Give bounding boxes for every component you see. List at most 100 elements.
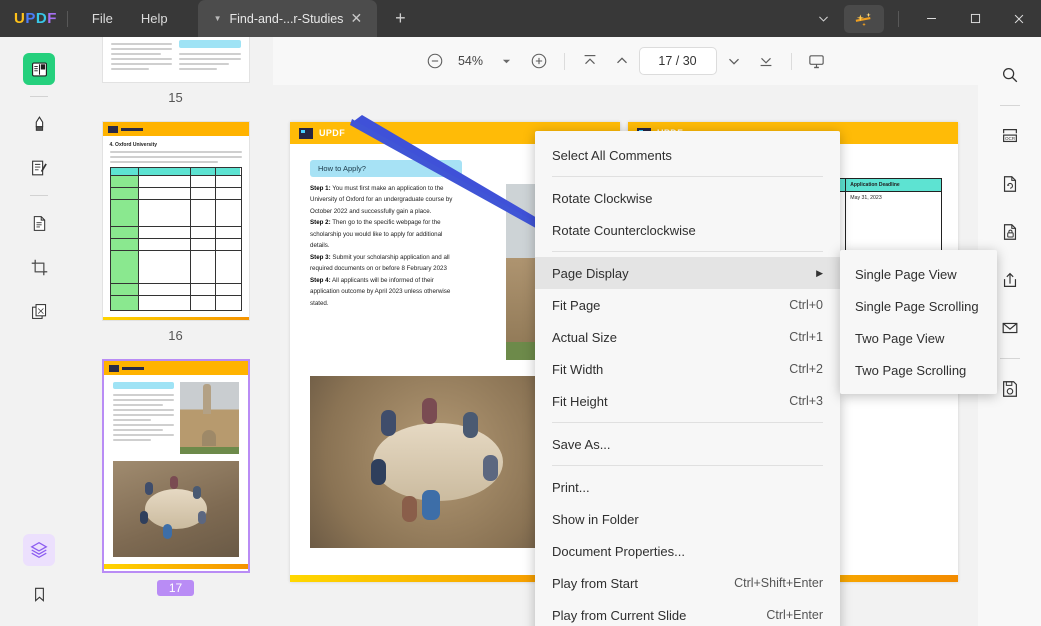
menu-item-rotate-clockwise[interactable]: Rotate Clockwise xyxy=(535,182,840,214)
close-button[interactable] xyxy=(997,0,1041,37)
titlebar-chevron-down-icon[interactable] xyxy=(806,5,840,33)
menu-item-print[interactable]: Print... xyxy=(535,471,840,503)
previous-page-icon xyxy=(613,52,631,70)
menu-item-fit-page[interactable]: Fit Page Ctrl+0 xyxy=(535,289,840,321)
next-page-icon xyxy=(725,52,743,70)
menu-item-document-properties[interactable]: Document Properties... xyxy=(535,535,840,567)
menu-help[interactable]: Help xyxy=(127,6,182,31)
new-tab-button[interactable]: + xyxy=(387,8,414,29)
right-item-convert-file[interactable] xyxy=(994,168,1026,200)
logo-letter-d: D xyxy=(36,10,47,27)
logo-letter-u: U xyxy=(14,10,25,27)
tab-close-icon[interactable]: ✕ xyxy=(343,10,369,27)
menu-shortcut: Ctrl+3 xyxy=(789,394,823,408)
sidebar-item-crop[interactable] xyxy=(23,251,55,283)
share-icon xyxy=(1000,270,1020,290)
menu-shortcut: Ctrl+Shift+Enter xyxy=(734,576,823,590)
sidebar-item-organize-pages[interactable] xyxy=(23,295,55,327)
menu-label: Rotate Counterclockwise xyxy=(552,223,823,238)
menu-item-rotate-counterclockwise[interactable]: Rotate Counterclockwise xyxy=(535,214,840,246)
document-tab[interactable]: ▼ Find-and-...r-Studies ✕ xyxy=(198,0,378,37)
right-item-share[interactable] xyxy=(994,264,1026,296)
menu-item-show-in-folder[interactable]: Show in Folder xyxy=(535,503,840,535)
menu-separator xyxy=(552,465,823,466)
right-item-protect[interactable] xyxy=(994,216,1026,248)
submenu-item-single-page-scrolling[interactable]: Single Page Scrolling xyxy=(840,290,997,322)
toolbar-divider-2 xyxy=(791,53,792,70)
submenu-chevron-right-icon: ▶ xyxy=(816,268,823,279)
thumbnail-label-16: 16 xyxy=(168,328,182,343)
sidebar-item-convert[interactable] xyxy=(23,207,55,239)
sidebar-item-reader[interactable] xyxy=(23,53,55,85)
sidebar-item-bookmarks[interactable] xyxy=(23,578,55,610)
thumb-header xyxy=(104,361,248,375)
menu-label: Fit Width xyxy=(552,362,789,377)
step-3: Step 3: Submit your scholarship applicat… xyxy=(310,252,462,275)
ai-assistant-button[interactable] xyxy=(844,5,884,33)
right-rail-divider-2 xyxy=(1000,358,1020,359)
menu-shortcut: Ctrl+1 xyxy=(789,330,823,344)
thumb-mini-table xyxy=(110,167,242,311)
thumbnail-label-15: 15 xyxy=(168,90,182,105)
thumbnail-page-15[interactable] xyxy=(102,37,250,83)
submenu-label: Two Page View xyxy=(855,331,982,346)
rail-divider-1 xyxy=(30,96,48,97)
menu-item-actual-size[interactable]: Actual Size Ctrl+1 xyxy=(535,321,840,353)
menu-item-play-from-start[interactable]: Play from Start Ctrl+Shift+Enter xyxy=(535,567,840,599)
submenu-label: Single Page Scrolling xyxy=(855,299,982,314)
menu-item-select-all-comments[interactable]: Select All Comments xyxy=(535,139,840,171)
zoom-dropdown-button[interactable] xyxy=(492,46,522,76)
submenu-item-single-page-view[interactable]: Single Page View xyxy=(840,258,997,290)
title-bar: UPDF File Help ▼ Find-and-...r-Studies ✕… xyxy=(0,0,1041,37)
svg-text:OCR: OCR xyxy=(1004,136,1015,141)
email-icon xyxy=(1000,318,1020,338)
right-item-ocr[interactable]: OCR xyxy=(994,120,1026,152)
right-item-search[interactable] xyxy=(994,59,1026,91)
menu-shortcut: Ctrl+0 xyxy=(789,298,823,312)
menu-label: Document Properties... xyxy=(552,544,823,559)
previous-page-button[interactable] xyxy=(607,46,637,76)
zoom-out-button[interactable] xyxy=(420,46,450,76)
menu-item-play-from-current-slide[interactable]: Play from Current Slide Ctrl+Enter xyxy=(535,599,840,626)
first-page-button[interactable] xyxy=(575,46,605,76)
context-menu[interactable]: Select All Comments Rotate Clockwise Rot… xyxy=(535,131,840,626)
menu-label: Show in Folder xyxy=(552,512,823,527)
zoom-in-button[interactable] xyxy=(524,46,554,76)
step-2: Step 2: Then go to the specific webpage … xyxy=(310,217,462,251)
thumbnail-page-16[interactable]: 4. Oxford University xyxy=(102,121,250,321)
toolbar-divider-1 xyxy=(564,53,565,70)
right-item-email[interactable] xyxy=(994,312,1026,344)
menu-file[interactable]: File xyxy=(78,6,127,31)
step-4-text: All applicants will be informed of their… xyxy=(310,277,450,307)
submenu-item-two-page-view[interactable]: Two Page View xyxy=(840,322,997,354)
menu-item-fit-height[interactable]: Fit Height Ctrl+3 xyxy=(535,385,840,417)
sidebar-item-page-thumbnails[interactable] xyxy=(23,534,55,566)
menu-shortcut: Ctrl+2 xyxy=(789,362,823,376)
presentation-mode-button[interactable] xyxy=(802,46,832,76)
tab-chevron-down-icon[interactable]: ▼ xyxy=(206,14,230,23)
thumb-header xyxy=(103,122,249,136)
minimize-button[interactable] xyxy=(909,0,953,37)
reader-icon xyxy=(30,60,49,79)
page-display-submenu[interactable]: Single Page View Single Page Scrolling T… xyxy=(840,250,997,394)
right-item-compress[interactable] xyxy=(994,373,1026,405)
thumbnail-page-17[interactable] xyxy=(102,359,250,573)
last-page-button[interactable] xyxy=(751,46,781,76)
menu-item-page-display[interactable]: Page Display ▶ xyxy=(535,257,840,289)
thumbnail-panel[interactable]: 15 4. Oxford University xyxy=(78,37,273,626)
page-number-input[interactable]: 17 / 30 xyxy=(639,47,717,75)
thumb-brand-bar xyxy=(121,128,143,131)
menu-item-fit-width[interactable]: Fit Width Ctrl+2 xyxy=(535,353,840,385)
logo-letter-f: F xyxy=(47,10,57,27)
thumb-footer-bar xyxy=(103,317,249,321)
maximize-button[interactable] xyxy=(953,0,997,37)
submenu-label: Single Page View xyxy=(855,267,982,282)
organize-pages-icon xyxy=(30,302,49,321)
sidebar-item-annotate[interactable] xyxy=(23,108,55,140)
zoom-level-label[interactable]: 54% xyxy=(452,54,490,68)
submenu-item-two-page-scrolling[interactable]: Two Page Scrolling xyxy=(840,354,997,386)
sidebar-item-edit-pdf[interactable] xyxy=(23,152,55,184)
crop-icon xyxy=(30,258,49,277)
menu-item-save-as[interactable]: Save As... xyxy=(535,428,840,460)
next-page-button[interactable] xyxy=(719,46,749,76)
